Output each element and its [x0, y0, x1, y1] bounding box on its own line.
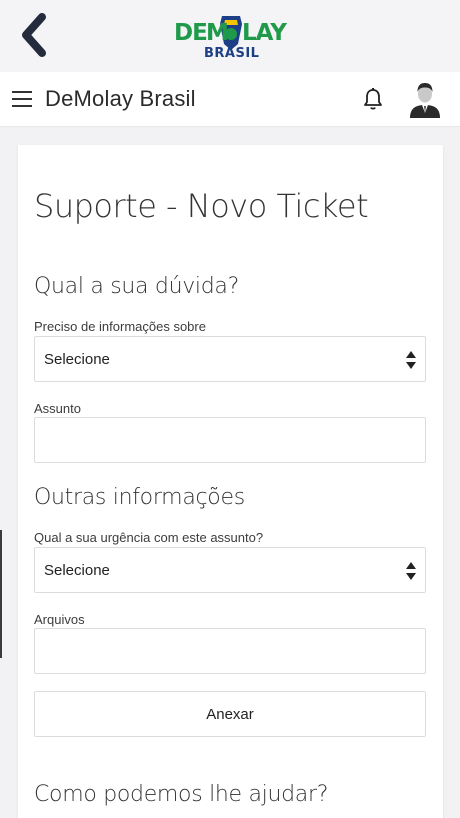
chevron-left-icon: [22, 13, 46, 57]
subject-label: Assunto: [34, 401, 81, 416]
urgency-select[interactable]: Selecione: [34, 547, 426, 593]
app-title: DeMolay Brasil: [45, 86, 196, 111]
attach-button[interactable]: Anexar: [34, 691, 426, 737]
urgency-value: Selecione: [44, 562, 110, 579]
select-arrows-icon: [406, 562, 416, 580]
user-avatar[interactable]: [408, 80, 442, 118]
svg-text:DE: DE: [174, 20, 207, 46]
section-title-question: Qual a sua dúvida?: [34, 274, 239, 299]
svg-text:BRASIL: BRASIL: [204, 46, 259, 60]
info-topic-value: Selecione: [44, 351, 110, 368]
urgency-label: Qual a sua urgência com este assunto?: [34, 530, 264, 545]
notifications-button[interactable]: [362, 87, 384, 111]
hamburger-menu-icon: [12, 91, 32, 107]
menu-button[interactable]: [12, 90, 34, 108]
files-input[interactable]: [34, 628, 426, 674]
page-title: Suporte - Novo Ticket: [34, 187, 369, 225]
bell-icon: [364, 88, 382, 110]
svg-text:LAY: LAY: [242, 20, 287, 46]
subject-input[interactable]: [34, 417, 426, 463]
svg-text:M: M: [206, 20, 229, 46]
navbar: DeMolay Brasil: [0, 72, 460, 127]
info-topic-label: Preciso de informações sobre: [34, 319, 206, 334]
info-topic-select[interactable]: Selecione: [34, 336, 426, 382]
section-title-help: Como podemos lhe ajudar?: [34, 782, 329, 807]
demolay-logo: DE M LAY BRASIL: [172, 12, 290, 61]
user-avatar-icon: [410, 83, 440, 118]
section-title-other-info: Outras informações: [34, 485, 245, 510]
select-arrows-icon: [406, 351, 416, 369]
files-label: Arquivos: [34, 612, 85, 627]
edge-indicator: [0, 530, 2, 658]
ticket-form-card: Suporte - Novo Ticket Qual a sua dúvida?…: [18, 145, 443, 818]
back-button[interactable]: [10, 8, 56, 62]
top-bar: DE M LAY BRASIL: [0, 0, 460, 72]
